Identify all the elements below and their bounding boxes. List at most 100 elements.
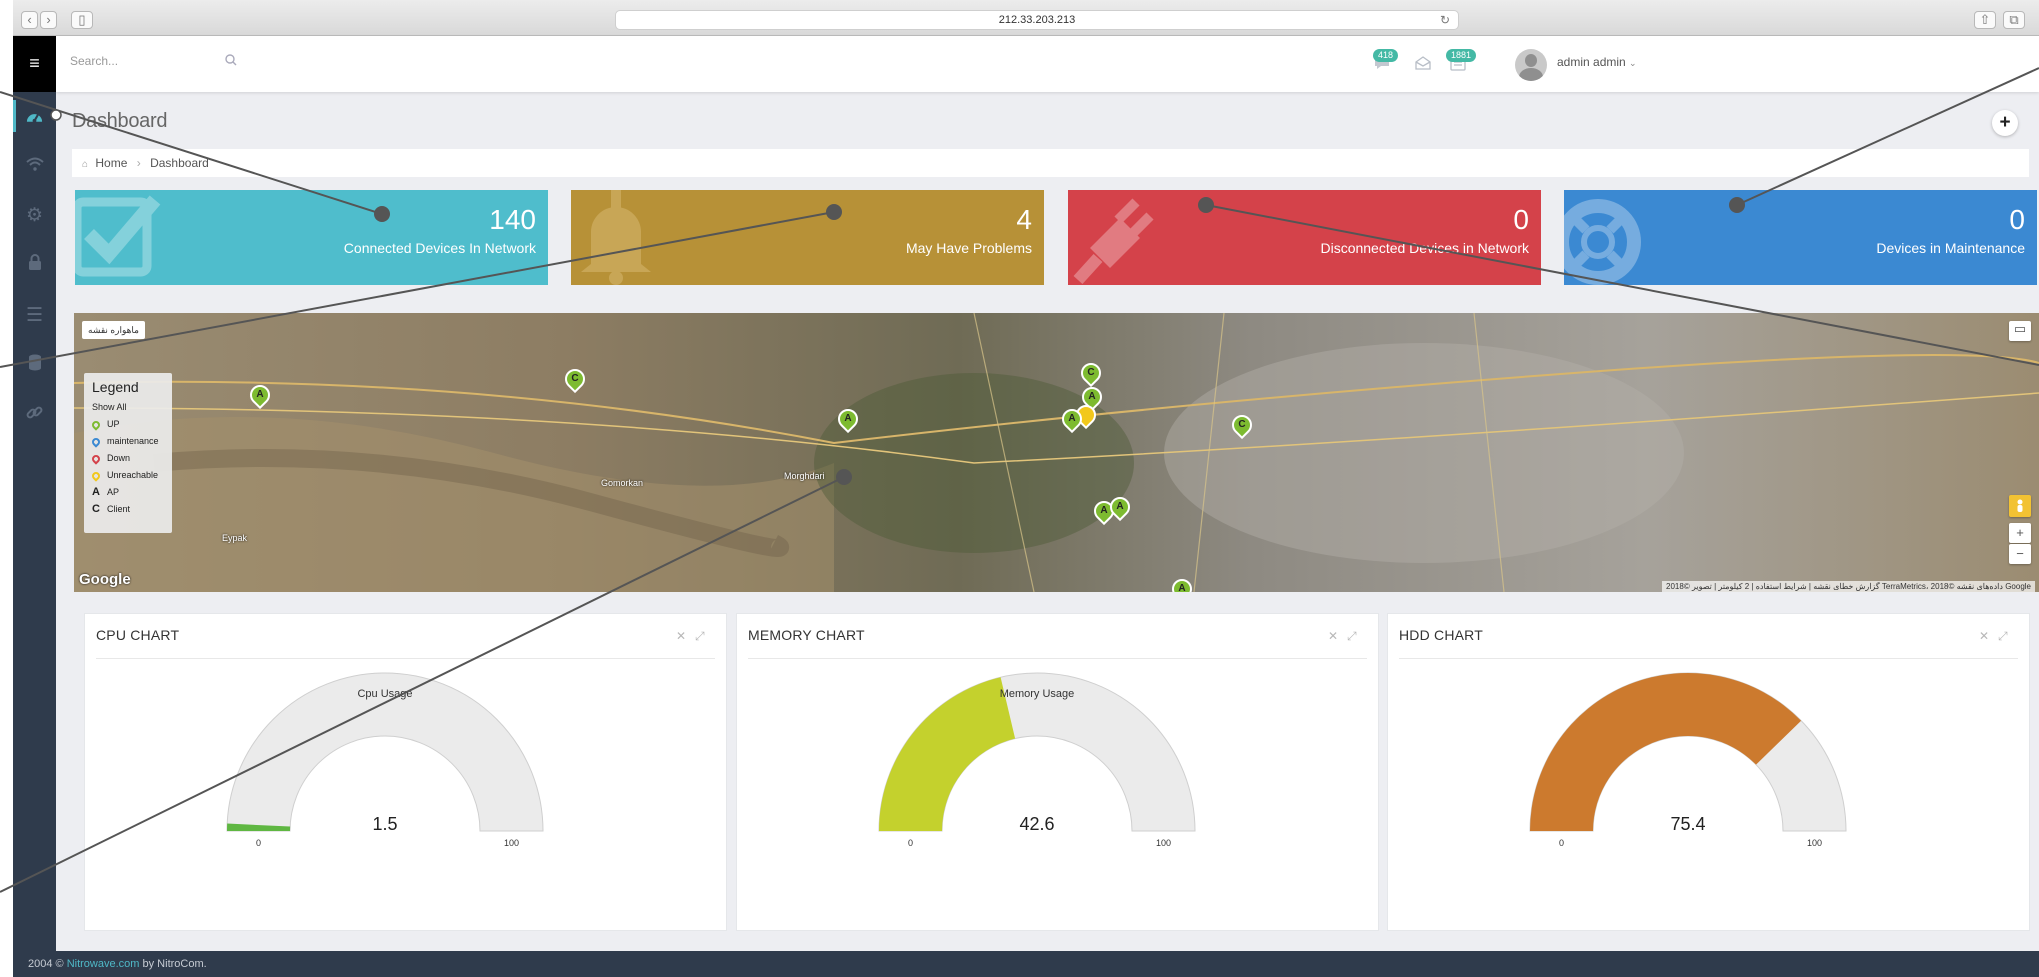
address-bar[interactable]: 212.33.203.213 ↻ xyxy=(615,10,1459,30)
expand-icon[interactable]: ⤢ xyxy=(1347,629,1357,644)
plug-icon xyxy=(1073,198,1154,285)
cpu-gauge: Cpu Usage 1.5 0 100 xyxy=(226,672,544,848)
legend-title: Legend xyxy=(92,379,139,395)
gauge-max-label: 100 xyxy=(1807,838,1822,848)
reload-icon[interactable]: ↻ xyxy=(1440,11,1450,29)
red-pin-icon xyxy=(90,452,102,465)
breadcrumb: ⌂ Home › Dashboard xyxy=(72,149,2029,177)
stat-card-connected[interactable]: 140 Connected Devices In Network xyxy=(75,190,548,285)
sidebar-toggle-icon[interactable]: ▯ xyxy=(71,11,93,29)
back-icon[interactable]: ‹ xyxy=(21,11,38,29)
dashboard-icon[interactable] xyxy=(13,92,56,140)
map-attribution: گزارش خطای نقشه | شرایط استفاده | 2 کیلو… xyxy=(1662,581,2035,592)
gear-icon[interactable]: ⚙ xyxy=(13,192,56,240)
fullscreen-icon[interactable]: ▭ xyxy=(2009,321,2031,341)
gauge-max-label: 100 xyxy=(1156,838,1171,848)
wifi-icon[interactable] xyxy=(13,142,56,190)
expand-icon[interactable]: ⤢ xyxy=(695,629,705,644)
footer-link[interactable]: Nitrowave.com xyxy=(67,958,140,970)
legend-item-maintenance[interactable]: maintenance xyxy=(90,433,164,450)
map-place-label: Morghdari xyxy=(784,471,825,481)
gauge-label: Cpu Usage xyxy=(357,688,412,700)
memory-chart-panel: MEMORY CHART ✕ ⤢ Memory Usage 42.6 0 100 xyxy=(736,613,1379,931)
street-view-icon[interactable] xyxy=(2009,495,2031,517)
checkbox-icon xyxy=(75,195,161,277)
ap-glyph-icon: A xyxy=(92,486,100,498)
map-legend: Legend Show All UP maintenance Down Unre… xyxy=(84,373,172,533)
device-map[interactable]: ماهواره نقشه Legend Show All UP maintena… xyxy=(74,313,2039,592)
user-name: admin admin xyxy=(1557,55,1626,69)
page-title: Dashboard xyxy=(72,110,168,132)
tasks-badge: 1881 xyxy=(1446,49,1477,62)
stat-card-problems[interactable]: 4 May Have Problems xyxy=(571,190,1044,285)
gauge-min-label: 0 xyxy=(256,838,261,848)
breadcrumb-separator-icon: › xyxy=(136,156,141,170)
add-button[interactable]: + xyxy=(1992,110,2018,136)
database-icon[interactable] xyxy=(13,342,56,390)
gauge-value: 75.4 xyxy=(1670,814,1705,834)
link-icon[interactable] xyxy=(13,392,56,440)
google-logo: Google xyxy=(79,571,131,588)
stat-label: May Have Problems xyxy=(905,240,1032,256)
legend-item-up[interactable]: UP xyxy=(90,416,164,433)
sidebar: ≡ ⚙ ☰ xyxy=(13,36,56,951)
stat-card-maintenance[interactable]: 0 Devices in Maintenance xyxy=(1564,190,2037,285)
top-navbar: 418 1881 admin admin ⌄ xyxy=(56,36,2039,92)
stat-value: 0 xyxy=(1513,204,1529,235)
zoom-out-button[interactable]: − xyxy=(2009,544,2031,564)
lifebuoy-icon xyxy=(1564,199,1641,285)
map-place-label: Eypak xyxy=(222,533,248,543)
stat-card-disconnected[interactable]: 0 Disconnected Devices in Network xyxy=(1068,190,1541,285)
envelope-icon[interactable] xyxy=(1415,56,1431,74)
bell-icon xyxy=(581,190,651,285)
legend-item-down[interactable]: Down xyxy=(90,450,164,467)
memory-gauge: Memory Usage 42.6 0 100 xyxy=(878,672,1196,848)
avatar[interactable] xyxy=(1515,49,1547,81)
close-icon[interactable]: ✕ xyxy=(676,629,686,643)
url-text: 212.33.203.213 xyxy=(998,14,1076,26)
stat-value: 4 xyxy=(1016,204,1032,235)
map-place-label: Gomorkan xyxy=(601,478,644,488)
cpu-chart-panel: CPU CHART ✕ ⤢ Cpu Usage 1.5 0 100 xyxy=(84,613,727,931)
close-icon[interactable]: ✕ xyxy=(1328,629,1338,643)
browser-toolbar: ‹ › ▯ 212.33.203.213 ↻ ⇧ ⧉ xyxy=(13,0,2039,36)
stat-value: 0 xyxy=(2009,204,2025,235)
search-icon[interactable] xyxy=(225,54,237,69)
breadcrumb-home[interactable]: Home xyxy=(95,156,127,170)
footer-suffix: by NitroCom. xyxy=(139,958,207,970)
user-menu[interactable]: admin admin ⌄ xyxy=(1557,55,1637,69)
map-type-toggle[interactable]: ماهواره نقشه xyxy=(82,321,145,339)
lock-icon[interactable] xyxy=(13,242,56,290)
green-pin-icon xyxy=(90,418,102,431)
gauge-value-arc xyxy=(1530,673,1802,831)
browser-window: ‹ › ▯ 212.33.203.213 ↻ ⇧ ⧉ ≡ ⚙ ☰ Search.… xyxy=(13,0,2039,977)
chevron-down-icon: ⌄ xyxy=(1629,58,1637,68)
breadcrumb-current: Dashboard xyxy=(150,156,209,170)
search-input[interactable] xyxy=(70,54,180,68)
stat-value: 140 xyxy=(489,204,536,235)
zoom-in-button[interactable]: + xyxy=(2009,523,2031,543)
stat-label: Devices in Maintenance xyxy=(1876,240,2025,256)
stat-label: Disconnected Devices in Network xyxy=(1320,240,1529,256)
share-icon[interactable]: ⇧ xyxy=(1974,11,1996,29)
legend-item-ap[interactable]: A AP xyxy=(92,484,164,501)
home-icon: ⌂ xyxy=(82,159,89,170)
hdd-gauge: 75.4 0 100 xyxy=(1529,672,1847,848)
expand-icon[interactable]: ⤢ xyxy=(1998,629,2008,644)
close-icon[interactable]: ✕ xyxy=(1979,629,1989,643)
legend-item-unreachable[interactable]: Unreachable xyxy=(90,467,164,484)
panel-title: HDD CHART xyxy=(1399,627,1483,643)
stat-label: Connected Devices In Network xyxy=(343,240,536,256)
messages-badge: 418 xyxy=(1373,49,1399,62)
forward-icon[interactable]: › xyxy=(40,11,57,29)
divider xyxy=(748,658,1367,659)
footer-prefix: 2004 © xyxy=(28,958,67,970)
tabs-icon[interactable]: ⧉ xyxy=(2003,11,2025,29)
hamburger-menu-icon[interactable]: ≡ xyxy=(13,36,56,92)
legend-show-all[interactable]: Show All xyxy=(92,399,164,416)
screenshot-stage: { "browser": {"url": "212.33.203.213"}, … xyxy=(0,0,2039,977)
legend-item-client[interactable]: C Client xyxy=(92,501,164,518)
panel-title: MEMORY CHART xyxy=(748,627,865,643)
list-icon[interactable]: ☰ xyxy=(13,292,56,340)
gauge-max-label: 100 xyxy=(504,838,519,848)
